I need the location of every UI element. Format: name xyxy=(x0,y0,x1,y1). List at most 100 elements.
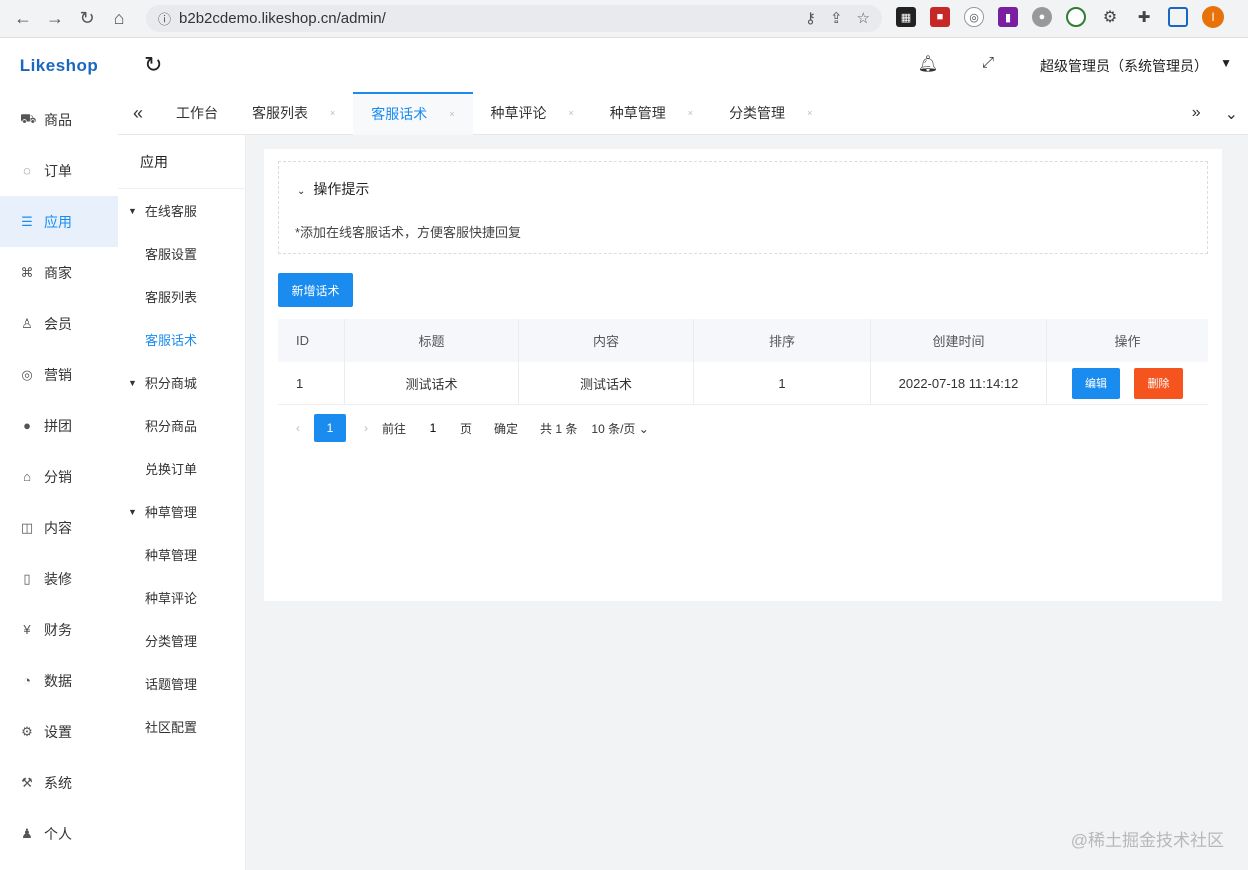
sidebar-item-label: 会员 xyxy=(44,315,72,332)
extension-icon[interactable] xyxy=(1066,7,1086,27)
tab[interactable]: 客服话术 × xyxy=(353,91,473,135)
subnav-item[interactable]: 种草管理 xyxy=(118,533,245,576)
phrase-table: ID 标题 内容 排序 创建时间 操作 1 测试话术 测试话术 1 2022-0… xyxy=(278,319,1208,405)
back-icon[interactable]: ← xyxy=(10,6,36,32)
tabs-scroll-left-icon[interactable]: « xyxy=(118,103,158,124)
page-size-select[interactable]: 10 条/页 ⌄ xyxy=(591,420,648,437)
sidebar-item[interactable]: ⌘ 商家 xyxy=(0,247,118,298)
puzzle-icon[interactable]: ✚ xyxy=(1134,7,1154,27)
chevron-down-icon[interactable]: ⌄ xyxy=(297,186,305,197)
subnav-item[interactable]: 社区配置 xyxy=(118,705,245,748)
close-icon[interactable]: × xyxy=(330,108,335,118)
sidebar-item[interactable]: ⚒ 系统 xyxy=(0,757,118,808)
page-unit-label: 页 xyxy=(460,421,473,436)
store-icon: ⌘ xyxy=(20,264,34,280)
address-bar[interactable]: ⓘ b2b2cdemo.likeshop.cn/admin/ ⚷ ⇪ ☆ xyxy=(146,5,882,32)
extension-icon[interactable]: ■ xyxy=(930,7,950,27)
subnav-group[interactable]: ▼ 在线客服 xyxy=(118,189,245,232)
refresh-icon[interactable]: ↻ xyxy=(144,52,162,78)
sidebar-item[interactable]: ♙ 会员 xyxy=(0,298,118,349)
sidebar-item[interactable]: ¥ 财务 xyxy=(0,604,118,655)
extension-icon[interactable]: ▮ xyxy=(998,7,1018,27)
tip-header[interactable]: ⌄ 操作提示 xyxy=(297,179,369,199)
key-icon[interactable]: ⚷ xyxy=(805,9,816,27)
share-icon[interactable]: ⇪ xyxy=(830,9,843,27)
subnav-item[interactable]: 话题管理 xyxy=(118,662,245,705)
tab[interactable]: 客服列表 × xyxy=(234,92,353,135)
order-icon: ◌ xyxy=(23,163,31,178)
subnav-item[interactable]: 积分商品 xyxy=(118,404,245,447)
profile-avatar[interactable]: I xyxy=(1202,6,1224,28)
subnav-item[interactable]: 种草评论 xyxy=(118,576,245,619)
sidepanel-icon[interactable] xyxy=(1168,7,1188,27)
extension-icon[interactable]: ● xyxy=(1032,7,1052,27)
sidebar-item[interactable]: ⚙ 设置 xyxy=(0,706,118,757)
distribution-icon: ⌂ xyxy=(23,469,31,484)
info-icon[interactable]: ⓘ xyxy=(158,9,171,28)
close-icon[interactable]: × xyxy=(807,108,812,118)
close-icon[interactable]: × xyxy=(449,109,454,119)
subnav-title: 应用 xyxy=(118,135,245,189)
caret-down-icon[interactable]: ▼ xyxy=(1220,56,1232,70)
subnav-item[interactable]: 客服设置 xyxy=(118,232,245,275)
extension-icon[interactable]: ▦ xyxy=(896,7,916,27)
subnav-item[interactable]: 客服列表 xyxy=(118,275,245,318)
tab[interactable]: 种草管理 × xyxy=(592,92,711,135)
app-logo[interactable]: Likeshop xyxy=(0,38,118,94)
tab[interactable]: 分类管理 × xyxy=(711,92,830,135)
sidebar-item[interactable]: ● 拼团 xyxy=(0,400,118,451)
subnav-item[interactable]: 分类管理 xyxy=(118,619,245,662)
close-icon[interactable]: × xyxy=(688,108,693,118)
bell-icon[interactable]: 🔔︎ xyxy=(918,54,938,74)
reload-icon[interactable]: ↻ xyxy=(74,6,100,32)
yen-icon: ¥ xyxy=(23,622,31,637)
forward-icon[interactable]: → xyxy=(42,6,68,32)
sidebar-item[interactable]: ◎ 营销 xyxy=(0,349,118,400)
star-icon[interactable]: ☆ xyxy=(857,9,870,27)
operation-tip: ⌄ 操作提示 *添加在线客服话术，方便客服快捷回复 xyxy=(278,161,1208,254)
tab[interactable]: 工作台 xyxy=(158,92,234,135)
add-phrase-button[interactable]: 新增话术 xyxy=(278,273,353,307)
content-icon: ◫ xyxy=(20,519,34,535)
sidebar-item-label: 内容 xyxy=(44,519,72,536)
goto-page-input[interactable] xyxy=(414,415,453,441)
subnav-item[interactable]: 客服话术 xyxy=(118,318,245,361)
close-icon[interactable]: × xyxy=(569,108,574,118)
page-number-current[interactable]: 1 xyxy=(314,414,346,442)
home-icon[interactable]: ⌂ xyxy=(106,6,132,32)
subnav-group[interactable]: ▼ 种草管理 xyxy=(118,490,245,533)
sidebar-item-label: 营销 xyxy=(44,366,72,383)
settings-icon: ⚙ xyxy=(21,723,33,739)
sidebar-item[interactable]: ▯ 装修 xyxy=(0,553,118,604)
sidebar-item-label: 系统 xyxy=(44,774,72,791)
tip-title: 操作提示 xyxy=(313,181,370,197)
watermark: @稀土掘金技术社区 xyxy=(1070,831,1224,850)
subnav-item[interactable]: 兑换订单 xyxy=(118,447,245,490)
sidebar-item[interactable]: ◔ 数据 xyxy=(0,655,118,706)
admin-name[interactable]: 超级管理员（系统管理员） xyxy=(1040,56,1208,76)
prev-page-icon[interactable]: ‹ xyxy=(296,421,300,435)
edit-button[interactable]: 编辑 xyxy=(1072,367,1120,399)
sidebar-item[interactable]: ⛟ 商品 xyxy=(0,94,118,145)
sidebar-item[interactable]: ◌ 订单 xyxy=(0,145,118,196)
gear-icon[interactable]: ⚙ xyxy=(1100,7,1120,27)
sidebar-item[interactable]: ⌂ 分销 xyxy=(0,451,118,502)
top-bar: ↻ 🔔︎ ⤢ 超级管理员（系统管理员） ▼ xyxy=(118,38,1248,92)
fullscreen-icon[interactable]: ⤢ xyxy=(982,54,994,71)
chevron-down-icon: ⌄ xyxy=(638,421,649,436)
sidebar-item[interactable]: ☰ 应用 xyxy=(0,196,118,247)
chevron-down-icon[interactable]: ⌄ xyxy=(1225,104,1238,124)
sidebar-item[interactable]: ◫ 内容 xyxy=(0,502,118,553)
sidebar-item-label: 拼团 xyxy=(44,417,72,434)
next-page-icon[interactable]: › xyxy=(364,421,368,435)
tabs-scroll-right-icon[interactable]: » xyxy=(1192,104,1201,124)
subnav-group[interactable]: ▼ 积分商城 xyxy=(118,361,245,404)
tab[interactable]: 种草评论 × xyxy=(473,92,592,135)
tab-label: 客服列表 xyxy=(252,105,308,121)
extension-icon[interactable]: ◎ xyxy=(964,7,984,27)
tab-label: 种草管理 xyxy=(609,105,666,121)
sidebar-item[interactable]: ♟ 个人 xyxy=(0,808,118,859)
delete-button[interactable]: 删除 xyxy=(1134,367,1183,399)
cell-actions: 编辑 删除 xyxy=(1047,362,1208,405)
confirm-button[interactable]: 确定 xyxy=(494,420,518,437)
